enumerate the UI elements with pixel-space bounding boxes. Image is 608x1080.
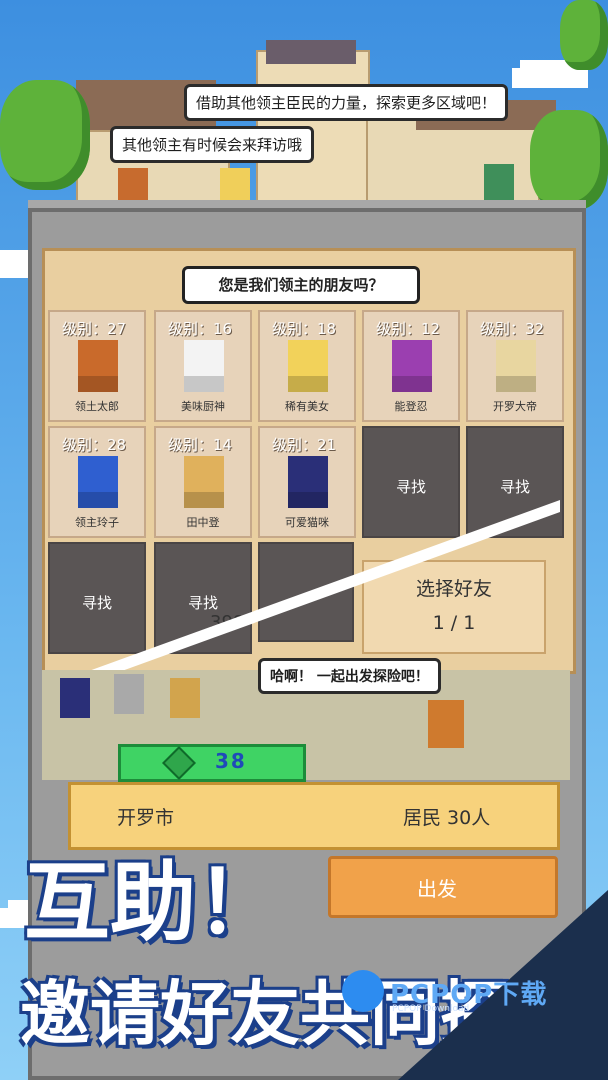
friend-avatar	[288, 340, 328, 392]
friend-name: 可爱猫咪	[285, 516, 329, 529]
friend-avatar	[392, 340, 432, 392]
friend-avatar	[288, 456, 328, 508]
party-member-sprite	[60, 678, 90, 718]
friend-card[interactable]: 级别：18 稀有美女	[258, 310, 356, 422]
friend-card[interactable]: 级别：28 领主玲子	[48, 426, 146, 538]
friend-name: 领土太郎	[75, 400, 119, 413]
friend-avatar	[184, 340, 224, 392]
party-count-value: 38	[215, 749, 247, 773]
select-friend-count: 1 / 1	[432, 612, 476, 634]
party-member-sprite	[170, 678, 200, 718]
banner-title: 互助！	[24, 853, 282, 953]
friend-level: 级别：14	[168, 436, 233, 454]
friend-avatar	[78, 340, 118, 392]
select-friend-title: 选择好友	[415, 578, 492, 600]
friend-name: 开罗大帝	[493, 400, 537, 413]
friend-card[interactable]: 级别：21 可爱猫咪	[258, 426, 356, 538]
friend-name: 能登忍	[394, 400, 428, 413]
partial-number: 398	[210, 612, 245, 633]
friend-name: 美味厨神	[181, 400, 225, 413]
friend-card[interactable]: 级别：16 美味厨神	[154, 310, 252, 422]
friend-name: 领主玲子	[75, 516, 119, 529]
friend-avatar	[496, 340, 536, 392]
party-counter: 38	[118, 744, 306, 782]
friend-slot-empty[interactable]: 寻找	[362, 426, 460, 538]
adventurer-sprite	[428, 700, 464, 748]
watermark-sub: PCPOP Download	[392, 1004, 470, 1014]
tree	[560, 0, 608, 70]
friend-name: 田中登	[186, 516, 220, 529]
city-residents: 居民 30人	[403, 807, 491, 829]
find-label: 寻找	[81, 594, 112, 612]
tree	[530, 110, 608, 210]
friend-level: 级别：32	[480, 320, 545, 338]
villager-sprite	[484, 164, 514, 204]
friend-card[interactable]: 级别：32 开罗大帝	[466, 310, 564, 422]
friend-card[interactable]: 级别：27 领土太郎	[48, 310, 146, 422]
find-label: 寻找	[395, 478, 426, 496]
friend-avatar	[184, 456, 224, 508]
friend-slot-empty[interactable]: 寻找	[48, 542, 146, 654]
select-friend-box[interactable]: 选择好友 1 / 1	[362, 560, 546, 654]
friend-slot-empty[interactable]: 寻找	[154, 542, 252, 654]
friend-slot-empty[interactable]	[258, 542, 354, 642]
watermark: PCPOP下载 PCPOP Download	[336, 966, 608, 1026]
tree	[0, 80, 90, 190]
party-member-sprite	[114, 674, 144, 714]
friend-level: 级别：16	[168, 320, 233, 338]
friend-slot-empty[interactable]: 寻找	[466, 426, 564, 538]
friend-level: 级别：28	[62, 436, 127, 454]
friend-level: 级别：27	[62, 320, 127, 338]
speech-bubble-adventure: 哈啊！ 一起出发探险吧！	[258, 658, 441, 694]
friend-panel-title: 您是我们领主的朋友吗？	[182, 266, 420, 304]
friend-avatar	[78, 456, 118, 508]
city-name: 开罗市	[117, 807, 175, 829]
speech-bubble-explore: 借助其他领主臣民的力量，探索更多区域吧！	[184, 84, 509, 121]
friend-card[interactable]: 级别：12 能登忍	[362, 310, 460, 422]
friend-level: 级别：12	[376, 320, 441, 338]
find-label: 寻找	[499, 478, 530, 496]
friend-name: 稀有美女	[285, 400, 329, 413]
find-label: 寻找	[187, 594, 218, 612]
pcpop-logo-icon	[342, 970, 384, 1012]
speech-bubble-visit: 其他领主有时候会来拜访哦	[110, 126, 315, 163]
friend-card[interactable]: 级别：14 田中登	[154, 426, 252, 538]
gem-icon	[162, 746, 196, 780]
friend-level: 级别：21	[272, 436, 337, 454]
friend-level: 级别：18	[272, 320, 337, 338]
